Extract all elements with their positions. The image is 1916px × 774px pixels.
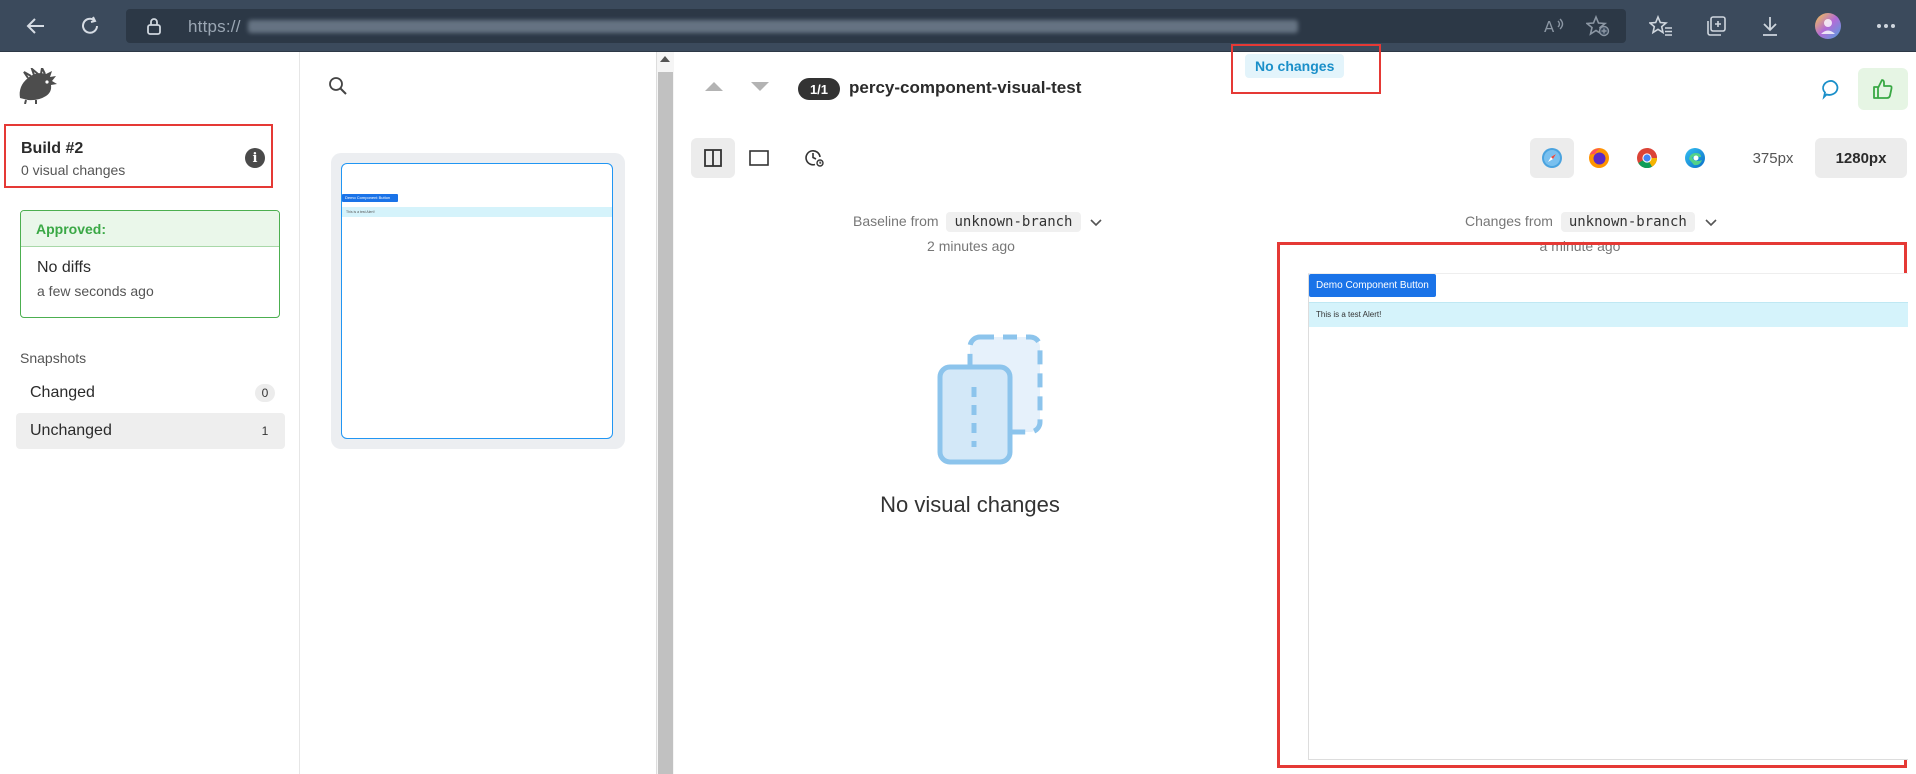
build-title: Build #2 bbox=[21, 140, 84, 157]
thumbs-up-icon bbox=[1873, 79, 1893, 99]
comment-icon bbox=[1822, 80, 1839, 100]
firefox-icon bbox=[1589, 148, 1609, 168]
baseline-header: Baseline from unknown-branch bbox=[853, 212, 1102, 232]
browser-edge[interactable] bbox=[1673, 138, 1717, 178]
download-icon[interactable] bbox=[1756, 12, 1784, 40]
svg-text:A: A bbox=[1544, 18, 1555, 36]
filter-count: 1 bbox=[261, 424, 269, 438]
next-snapshot-button[interactable] bbox=[751, 82, 769, 91]
baseline-branch: unknown-branch bbox=[946, 212, 1081, 232]
demo-component-button: Demo Component Button bbox=[1309, 274, 1436, 297]
snapshots-heading: Snapshots bbox=[20, 350, 87, 366]
snapshot-counter: 1/1 bbox=[798, 78, 840, 100]
changes-prefix: Changes from bbox=[1465, 213, 1553, 229]
search-icon[interactable] bbox=[328, 76, 348, 101]
scrollbar-thumb[interactable] bbox=[658, 72, 673, 774]
filter-count: 0 bbox=[255, 384, 275, 402]
approval-title: No diffs bbox=[37, 259, 91, 276]
chevron-down-icon[interactable] bbox=[1090, 214, 1102, 230]
thumbnail-demo-button: Demo Component Button bbox=[342, 194, 398, 202]
browser-toolbar: https:// A bbox=[0, 0, 1916, 52]
status-highlight: No changes bbox=[1231, 44, 1381, 94]
build-summary: Build #2 0 visual changes i bbox=[4, 124, 273, 188]
snapshot-filter-changed[interactable]: Changed 0 bbox=[16, 375, 285, 411]
snapshot-list: Demo Component Button This is a test Ale… bbox=[300, 52, 674, 774]
history-icon bbox=[805, 149, 824, 167]
collections-icon[interactable] bbox=[1702, 12, 1730, 40]
browser-safari[interactable] bbox=[1530, 138, 1574, 178]
refresh-icon bbox=[82, 16, 98, 34]
approve-button[interactable] bbox=[1858, 68, 1908, 110]
baseline-prefix: Baseline from bbox=[853, 213, 939, 229]
baseline-time: 2 minutes ago bbox=[927, 238, 1015, 254]
filter-label: Unchanged bbox=[30, 422, 112, 439]
snapshot-viewer: 1/1 percy-component-visual-test No chang… bbox=[675, 44, 1916, 774]
filter-label: Changed bbox=[30, 384, 95, 401]
more-icon[interactable] bbox=[1872, 12, 1900, 40]
snapshot-thumbnail[interactable]: Demo Component Button This is a test Ale… bbox=[331, 153, 625, 449]
width-1280-button[interactable]: 1280px bbox=[1815, 138, 1907, 178]
back-icon bbox=[26, 18, 44, 34]
thumbnail-alert: This is a test Alert! bbox=[342, 207, 612, 217]
approval-card: Approved: No diffs a few seconds ago bbox=[20, 210, 280, 318]
split-view-button[interactable] bbox=[691, 138, 735, 178]
safari-icon bbox=[1542, 148, 1562, 168]
url-redacted bbox=[248, 20, 1298, 33]
back-button[interactable] bbox=[20, 10, 52, 42]
build-change-count: 0 visual changes bbox=[21, 162, 126, 178]
refresh-button[interactable] bbox=[74, 10, 106, 42]
browser-chrome[interactable] bbox=[1625, 138, 1669, 178]
history-button[interactable] bbox=[792, 138, 836, 178]
comment-button[interactable] bbox=[1817, 74, 1847, 104]
edge-icon bbox=[1685, 148, 1705, 168]
previous-snapshot-button[interactable] bbox=[705, 82, 723, 91]
url-text: https:// bbox=[188, 17, 241, 36]
profile-avatar[interactable] bbox=[1814, 12, 1842, 40]
scroll-up-arrow[interactable] bbox=[660, 56, 670, 62]
snapshot-name: percy-component-visual-test bbox=[849, 78, 1082, 97]
chrome-icon bbox=[1637, 148, 1658, 169]
empty-state-illustration bbox=[930, 332, 1060, 477]
changes-branch: unknown-branch bbox=[1560, 212, 1695, 232]
build-sidebar: Build #2 0 visual changes i Approved: No… bbox=[0, 52, 300, 774]
width-375-button[interactable]: 375px bbox=[1733, 138, 1813, 178]
single-view-icon bbox=[749, 150, 769, 166]
demo-alert: This is a test Alert! bbox=[1309, 302, 1908, 327]
browser-firefox[interactable] bbox=[1577, 138, 1621, 178]
address-bar[interactable]: https:// bbox=[126, 9, 1626, 43]
changes-preview-highlight: Demo Component Button This is a test Ale… bbox=[1277, 242, 1908, 768]
percy-logo[interactable] bbox=[16, 64, 58, 109]
changes-screenshot[interactable]: Demo Component Button This is a test Ale… bbox=[1308, 273, 1908, 760]
approved-label: Approved: bbox=[21, 211, 279, 247]
info-icon[interactable]: i bbox=[245, 148, 265, 168]
changes-header: Changes from unknown-branch bbox=[1465, 212, 1717, 232]
lock-icon bbox=[146, 17, 162, 40]
empty-state-message: No visual changes bbox=[880, 492, 1060, 517]
chevron-down-icon[interactable] bbox=[1705, 214, 1717, 230]
read-aloud-icon[interactable]: A bbox=[1540, 12, 1568, 40]
thumbnail-preview: Demo Component Button This is a test Ale… bbox=[341, 163, 613, 439]
single-view-button[interactable] bbox=[737, 138, 781, 178]
favorite-add-icon[interactable] bbox=[1584, 12, 1612, 40]
approval-time: a few seconds ago bbox=[37, 283, 154, 299]
status-badge: No changes bbox=[1245, 54, 1345, 78]
split-view-icon bbox=[704, 149, 722, 167]
favorites-icon[interactable] bbox=[1647, 12, 1675, 40]
snapshot-filter-unchanged[interactable]: Unchanged 1 bbox=[16, 413, 285, 449]
